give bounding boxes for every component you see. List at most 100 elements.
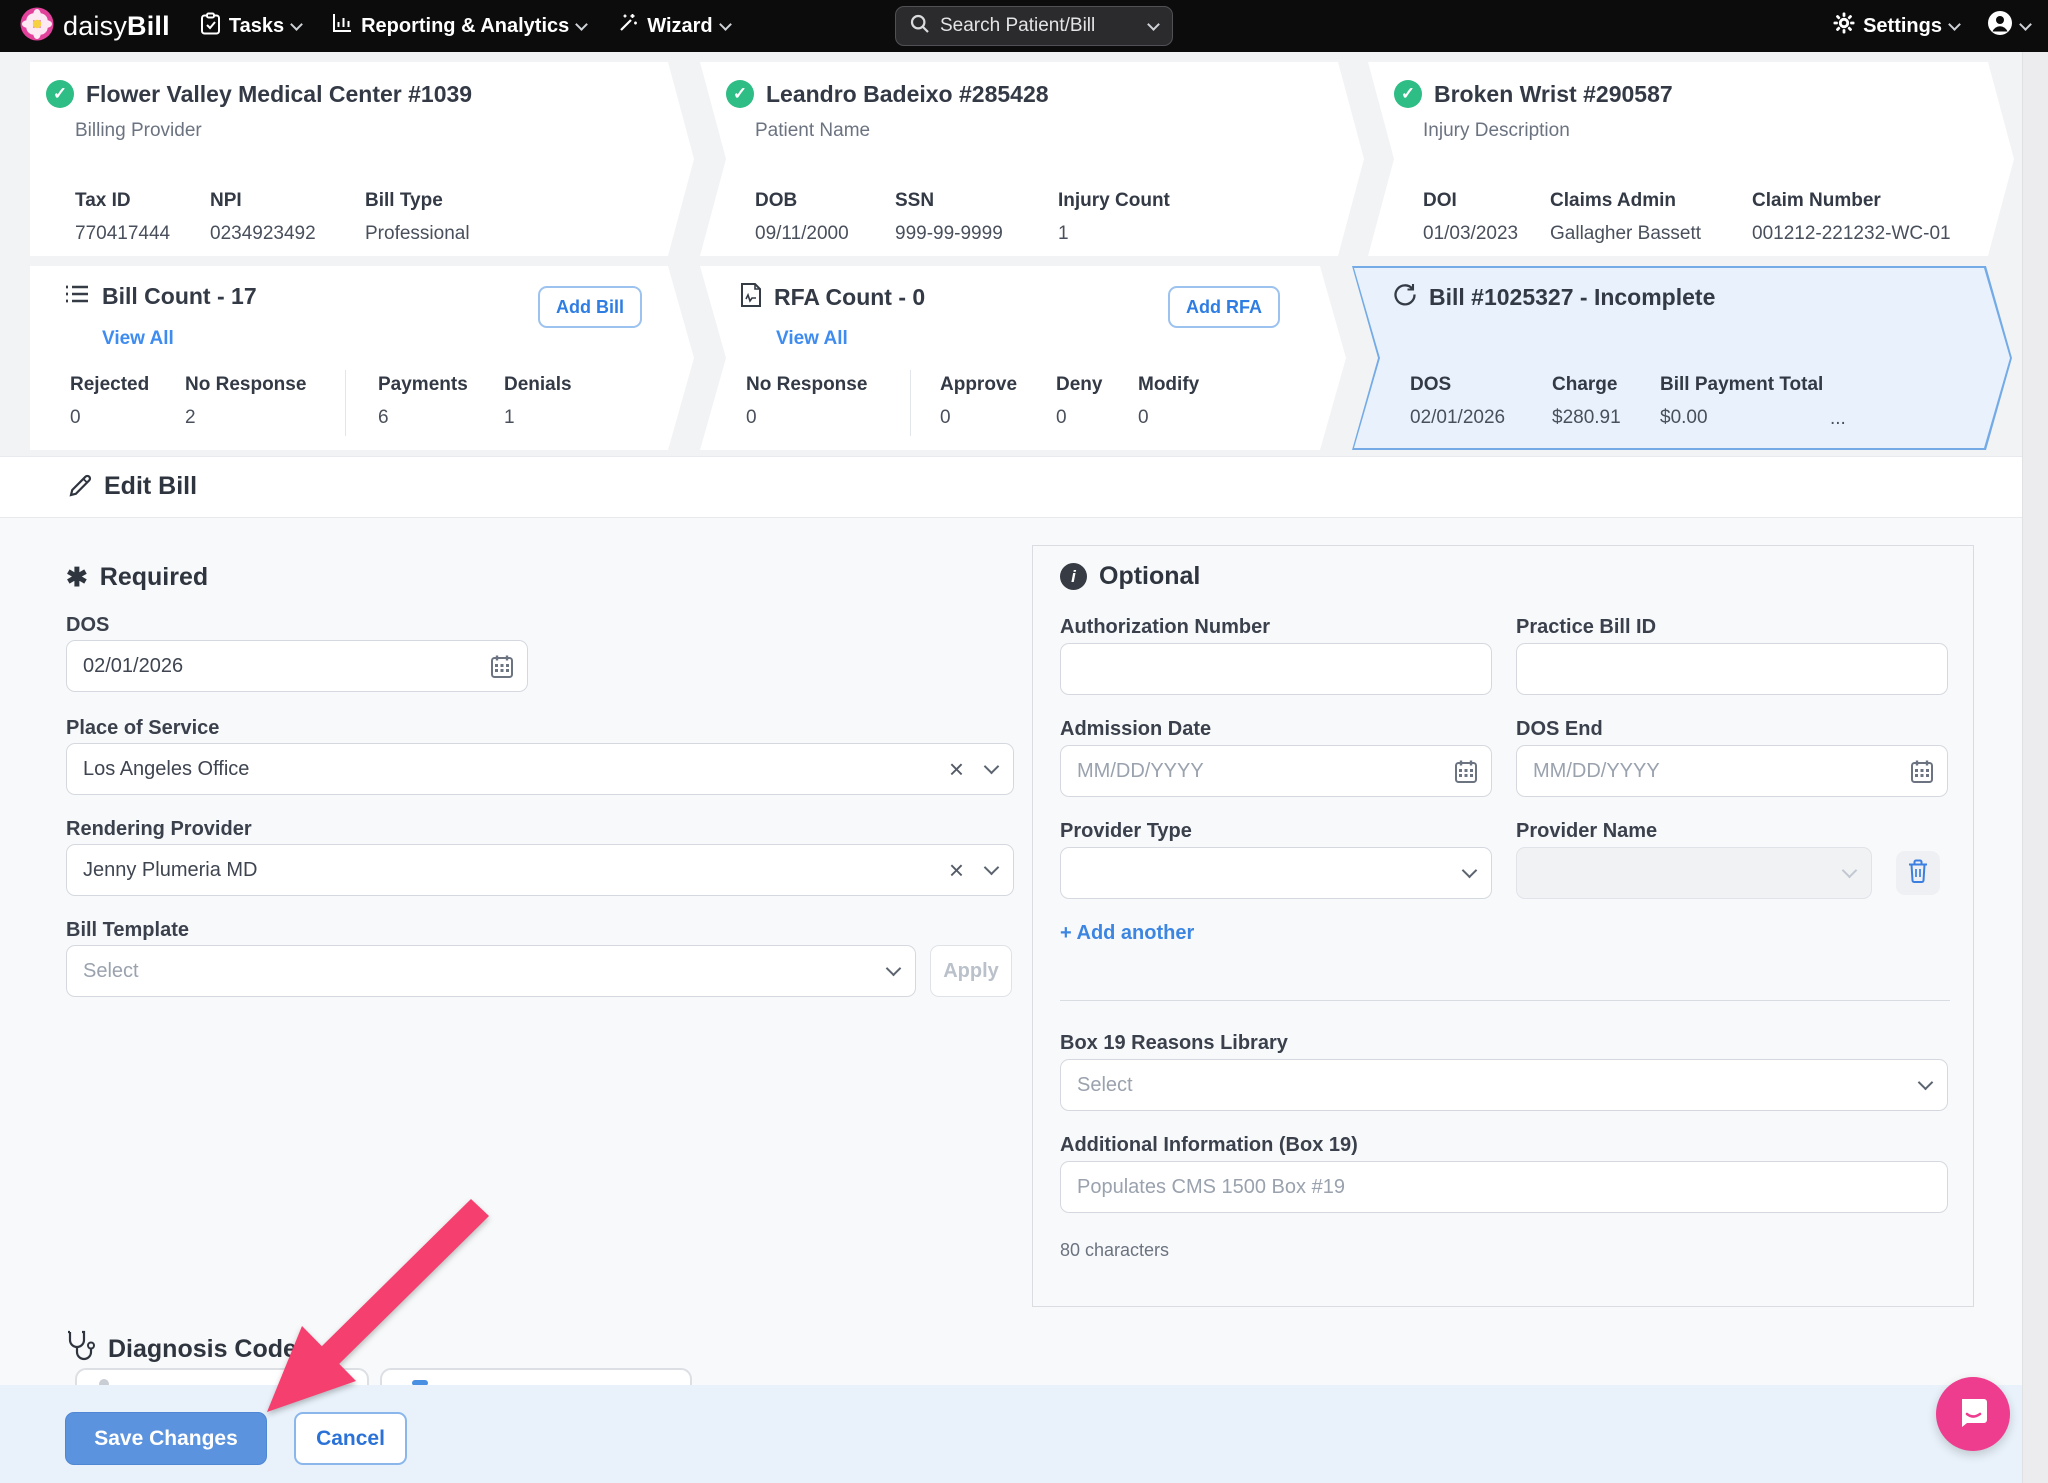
stat-charge: Charge$280.91: [1552, 374, 1621, 429]
bill-count-title: Bill Count - 17: [102, 283, 257, 310]
info-icon: i: [1060, 563, 1087, 590]
place-of-service-select[interactable]: Los Angeles Office ×: [66, 743, 1014, 795]
stat-payments: Payments6: [378, 374, 468, 429]
chat-bubble-icon: [1953, 1392, 1993, 1437]
active-bill-card[interactable]: Bill #1025327 - Incomplete DOS02/01/2026…: [1352, 266, 2012, 450]
patient-card[interactable]: ✓ Leandro Badeixo #285428 Patient Name D…: [700, 62, 1364, 256]
provider-type-select[interactable]: [1060, 847, 1492, 899]
footer-action-bar: Save Changes Cancel: [0, 1385, 2022, 1483]
rendering-provider-label: Rendering Provider: [66, 818, 252, 841]
chevron-down-icon: [575, 18, 588, 31]
add-bill-button[interactable]: Add Bill: [538, 286, 642, 328]
check-circle-icon: ✓: [46, 80, 74, 108]
bill-template-placeholder: Select: [83, 960, 888, 983]
nav-item-reporting-analytics[interactable]: Reporting & Analytics: [331, 12, 586, 40]
chevron-down-icon: [1462, 862, 1478, 878]
billing-provider-subtitle: Billing Provider: [75, 120, 202, 142]
rfa-count-card[interactable]: RFA Count - 0 View All Add RFA No Respon…: [700, 266, 1346, 450]
field-npi: NPI0234923492: [210, 190, 316, 245]
required-heading: ✱ Required: [66, 562, 208, 593]
provider-name-label: Provider Name: [1516, 820, 1657, 843]
stat-dos: DOS02/01/2026: [1410, 374, 1505, 429]
daisybill-logo[interactable]: daisyBill: [20, 7, 170, 46]
save-changes-button[interactable]: Save Changes: [65, 1412, 267, 1465]
stat-modify: Modify0: [1138, 374, 1199, 429]
add-rfa-button[interactable]: Add RFA: [1168, 286, 1280, 328]
more-ellipsis[interactable]: ...: [1830, 408, 1846, 430]
dos-label: DOS: [66, 614, 109, 637]
active-bill-title: Bill #1025327 - Incomplete: [1429, 284, 1715, 311]
chevron-down-icon: [984, 758, 1000, 774]
practice-bill-id-label: Practice Bill ID: [1516, 616, 1656, 639]
box19-placeholder: Select: [1077, 1074, 1920, 1097]
practice-bill-id-input[interactable]: [1516, 643, 1948, 695]
top-nav: daisyBill Tasks Reporting & Analytics: [0, 0, 2048, 52]
calendar-icon[interactable]: [490, 654, 514, 683]
add-another-link[interactable]: + Add another: [1060, 922, 1194, 945]
stat-divider: [910, 370, 911, 436]
field-dob: DOB09/11/2000: [755, 190, 849, 245]
provider-name-select: [1516, 847, 1872, 899]
stat-rejected: Rejected0: [70, 374, 149, 429]
admission-date-input[interactable]: [1060, 745, 1492, 797]
stethoscope-icon: [66, 1330, 96, 1369]
nav-item-label: Tasks: [229, 15, 284, 38]
box19-reasons-select[interactable]: Select: [1060, 1059, 1948, 1111]
additional-info-input[interactable]: [1060, 1161, 1948, 1213]
field-claim-number: Claim Number001212-221232-WC-01: [1752, 190, 1951, 245]
nav-item-tasks[interactable]: Tasks: [200, 12, 301, 41]
scrollbar-track[interactable]: [2022, 52, 2048, 1483]
nav-item-label: Settings: [1863, 15, 1942, 38]
field-injury-count: Injury Count1: [1058, 190, 1170, 245]
injury-subtitle: Injury Description: [1423, 120, 1570, 142]
bill-template-label: Bill Template: [66, 919, 189, 942]
chat-launcher-button[interactable]: [1936, 1377, 2010, 1451]
field-ssn: SSN999-99-9999: [895, 190, 1003, 245]
clear-x-icon[interactable]: ×: [949, 756, 964, 782]
rendering-provider-select[interactable]: Jenny Plumeria MD ×: [66, 844, 1014, 896]
injury-card[interactable]: ✓ Broken Wrist #290587 Injury Descriptio…: [1368, 62, 2014, 256]
delete-provider-button[interactable]: [1896, 851, 1940, 895]
nav-item-settings[interactable]: Settings: [1833, 12, 1959, 40]
calendar-icon[interactable]: [1454, 759, 1478, 788]
edit-bill-title: Edit Bill: [104, 472, 197, 501]
cancel-button[interactable]: Cancel: [294, 1412, 407, 1465]
bill-count-card[interactable]: Bill Count - 17 View All Add Bill Reject…: [30, 266, 694, 450]
chevron-down-icon: [2019, 18, 2032, 31]
optional-divider: [1060, 1000, 1950, 1001]
dos-end-input[interactable]: [1516, 745, 1948, 797]
billing-provider-card[interactable]: ✓ Flower Valley Medical Center #1039 Bil…: [30, 62, 694, 256]
clear-x-icon[interactable]: ×: [949, 857, 964, 883]
patient-subtitle: Patient Name: [755, 120, 870, 142]
wand-icon: [616, 12, 639, 41]
field-doi: DOI01/03/2023: [1423, 190, 1518, 245]
chevron-down-icon: [1842, 862, 1858, 878]
box19-reasons-label: Box 19 Reasons Library: [1060, 1032, 1288, 1055]
edit-bill-header: Edit Bill: [0, 456, 2022, 518]
authorization-number-input[interactable]: [1060, 643, 1492, 695]
refresh-icon: [1392, 282, 1417, 312]
injury-title: Broken Wrist #290587: [1434, 81, 1673, 108]
chevron-down-icon: [886, 960, 902, 976]
dos-input[interactable]: [66, 640, 528, 692]
authorization-number-label: Authorization Number: [1060, 616, 1270, 639]
rfa-view-all-link[interactable]: View All: [776, 328, 848, 350]
field-tax-id: Tax ID770417444: [75, 190, 170, 245]
bill-template-select[interactable]: Select: [66, 945, 916, 997]
account-menu[interactable]: [1987, 10, 2030, 42]
stat-no-response: No Response2: [185, 374, 306, 429]
additional-info-label: Additional Information (Box 19): [1060, 1134, 1358, 1157]
nav-item-label: Wizard: [647, 15, 712, 38]
nav-item-wizard[interactable]: Wizard: [616, 12, 729, 41]
bill-count-view-all-link[interactable]: View All: [102, 328, 174, 350]
apply-button[interactable]: Apply: [930, 945, 1012, 997]
search-patient-bill[interactable]: Search Patient/Bill: [895, 6, 1173, 46]
check-circle-icon: ✓: [726, 80, 754, 108]
stat-deny: Deny0: [1056, 374, 1102, 429]
place-of-service-label: Place of Service: [66, 717, 219, 740]
rfa-document-icon: [740, 282, 762, 313]
rfa-count-title: RFA Count - 0: [774, 284, 925, 311]
chevron-down-icon: [1948, 18, 1961, 31]
calendar-icon[interactable]: [1910, 759, 1934, 788]
dos-end-label: DOS End: [1516, 718, 1603, 741]
